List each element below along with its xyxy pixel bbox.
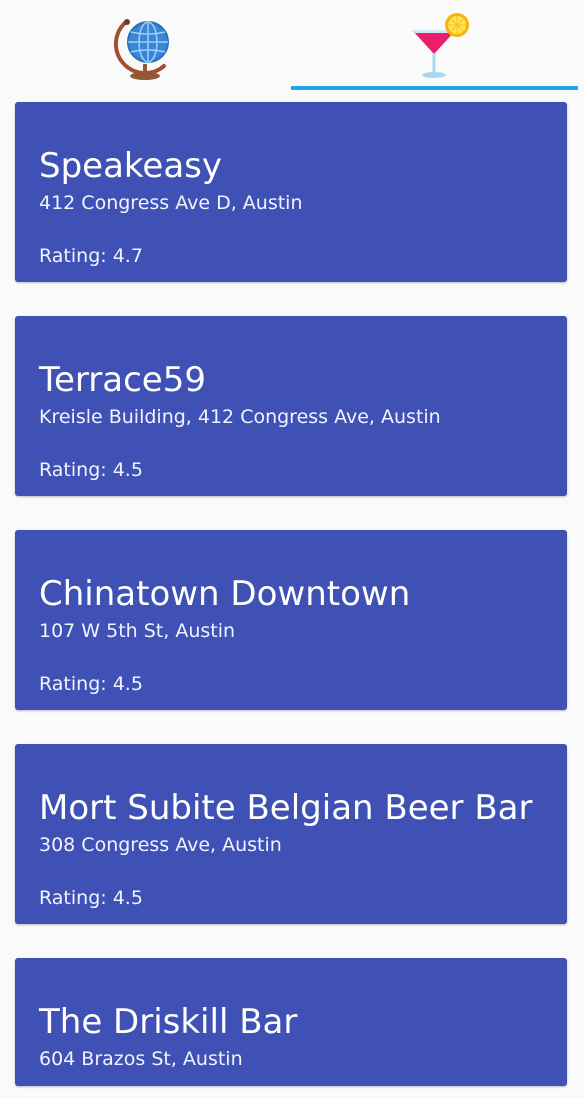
place-card[interactable]: Speakeasy 412 Congress Ave D, Austin Rat…	[15, 102, 567, 282]
place-card[interactable]: Chinatown Downtown 107 W 5th St, Austin …	[15, 530, 567, 710]
tab-bars[interactable]	[292, 0, 584, 92]
places-list: Speakeasy 412 Congress Ave D, Austin Rat…	[0, 0, 584, 1098]
tab-explore[interactable]	[0, 0, 292, 92]
cocktail-icon	[412, 13, 469, 78]
place-rating: Rating: 4.5	[39, 673, 143, 695]
globe-icon	[114, 19, 169, 80]
place-name: The Driskill Bar	[39, 1002, 298, 1042]
place-address: 107 W 5th St, Austin	[39, 620, 236, 642]
place-card[interactable]: Mort Subite Belgian Beer Bar 308 Congres…	[15, 744, 567, 924]
place-rating: Rating: 4.5	[39, 459, 143, 481]
selected-tab-indicator	[291, 86, 578, 90]
place-address: 308 Congress Ave, Austin	[39, 834, 282, 856]
tab-bar	[0, 0, 584, 92]
place-name: Chinatown Downtown	[39, 574, 411, 614]
place-address: 604 Brazos St, Austin	[39, 1048, 243, 1070]
place-rating: Rating: 4.7	[39, 245, 143, 267]
place-address: Kreisle Building, 412 Congress Ave, Aust…	[39, 406, 441, 428]
place-card[interactable]: Terrace59 Kreisle Building, 412 Congress…	[15, 316, 567, 496]
place-card[interactable]: The Driskill Bar 604 Brazos St, Austin	[15, 958, 567, 1086]
place-name: Speakeasy	[39, 146, 222, 186]
place-address: 412 Congress Ave D, Austin	[39, 192, 303, 214]
place-name: Mort Subite Belgian Beer Bar	[39, 788, 533, 828]
place-rating: Rating: 4.5	[39, 887, 143, 909]
place-name: Terrace59	[39, 360, 206, 400]
